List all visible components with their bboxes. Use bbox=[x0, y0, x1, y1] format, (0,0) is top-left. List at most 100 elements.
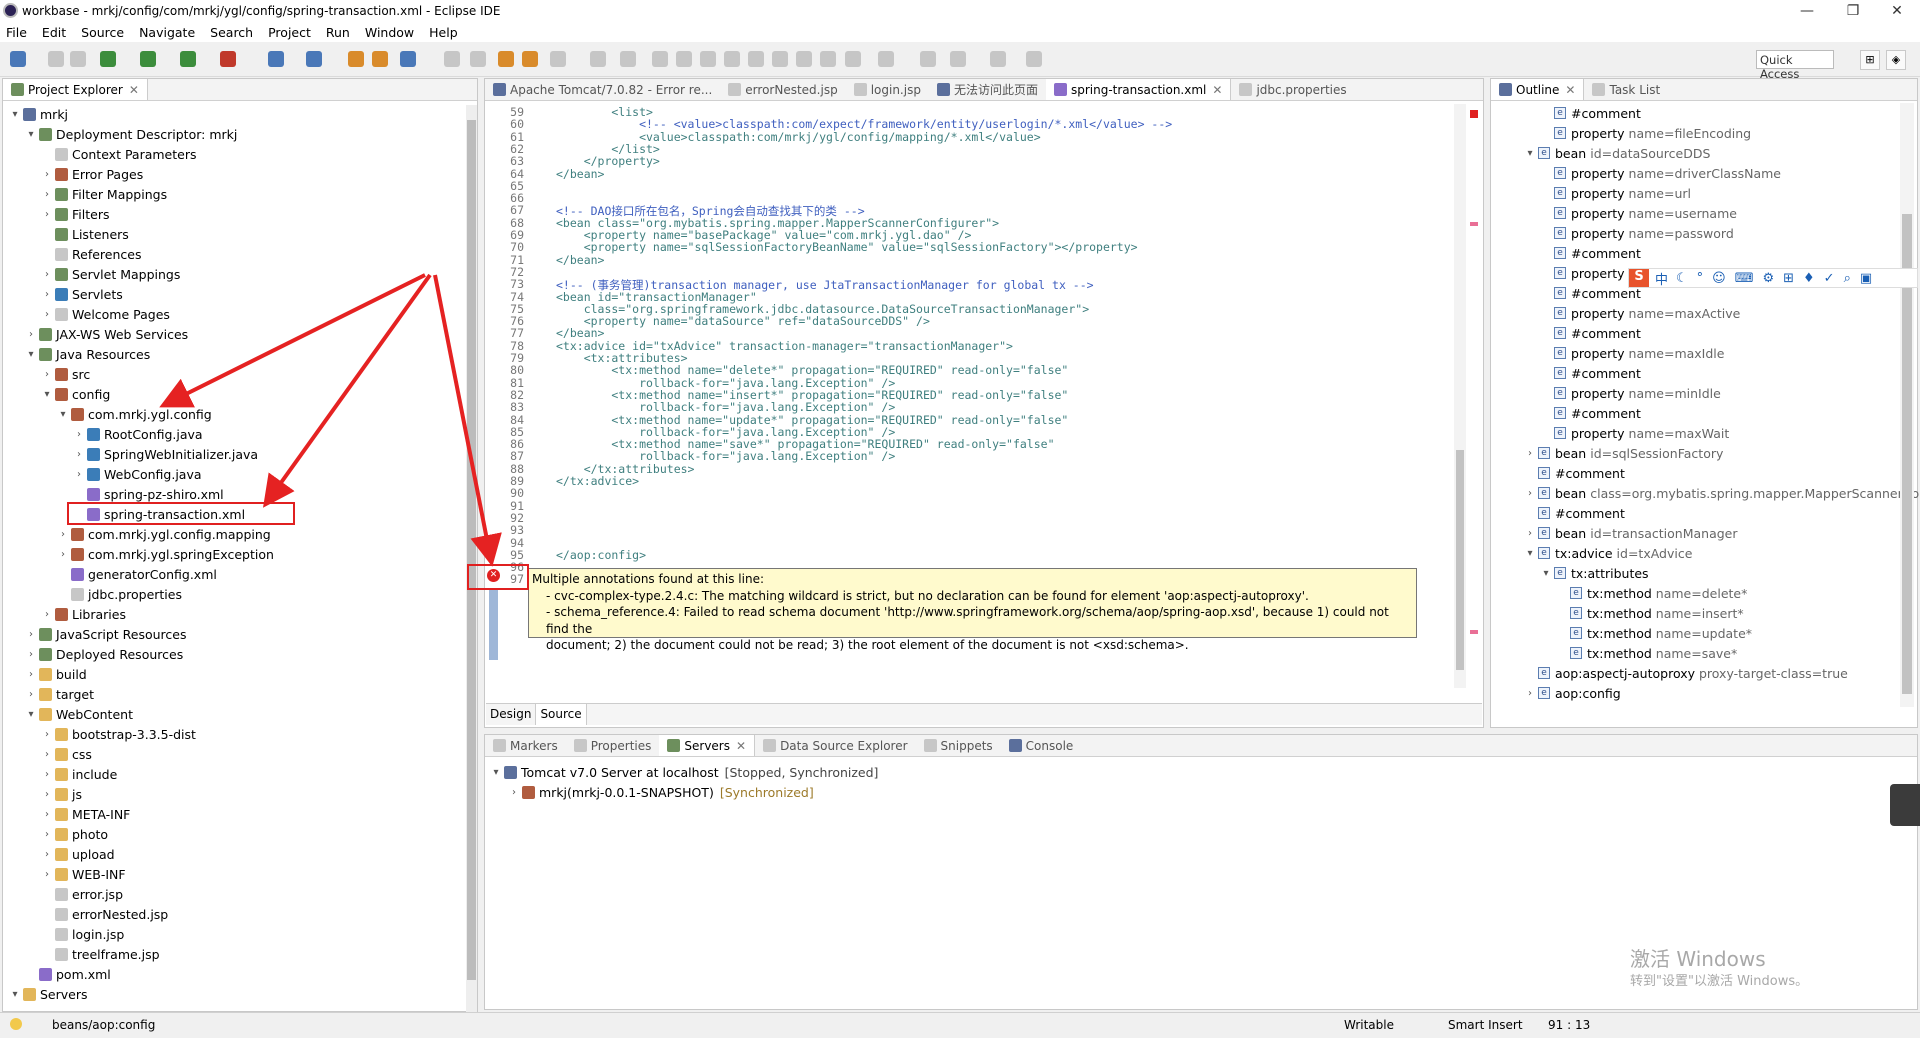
outline-item[interactable]: e property name=maxIdle bbox=[1540, 343, 1724, 363]
outline-item[interactable]: e property name=maxActive bbox=[1540, 303, 1740, 323]
outline-item-label: property bbox=[1571, 265, 1625, 281]
server-row[interactable]: ▾ Tomcat v7.0 Server at localhost [Stopp… bbox=[490, 762, 878, 782]
tab-markers[interactable]: Markers bbox=[485, 735, 566, 756]
element-icon: e bbox=[1538, 687, 1550, 699]
status-insert-mode: Smart Insert bbox=[1448, 1018, 1523, 1032]
outline-item[interactable]: e property name=username bbox=[1540, 203, 1737, 223]
outline-item[interactable]: e #comment bbox=[1540, 103, 1645, 123]
outline-item[interactable]: e property name=password bbox=[1540, 223, 1734, 243]
outline-item[interactable]: e tx:method name=update* bbox=[1556, 623, 1752, 643]
expanded-arrow-icon[interactable]: ▾ bbox=[1540, 568, 1552, 579]
outline-item[interactable]: e #comment bbox=[1540, 323, 1645, 343]
outline-item-label: property bbox=[1571, 305, 1625, 321]
expanded-arrow-icon[interactable]: ▾ bbox=[1524, 148, 1536, 159]
outline-tabs: Outline ✕ Task List bbox=[1491, 79, 1917, 101]
outline-item[interactable]: › e bean id=transactionManager bbox=[1524, 523, 1738, 543]
close-icon[interactable]: ✕ bbox=[1565, 83, 1575, 97]
collapsed-arrow-icon[interactable]: › bbox=[1524, 528, 1536, 539]
element-icon: e bbox=[1554, 347, 1566, 359]
outline-item[interactable]: › e bean class=org.mybatis.spring.mapper.Ma… bbox=[1524, 483, 1920, 503]
module-row[interactable]: › mrkj(mrkj-0.0.1-SNAPSHOT) [Synchronize… bbox=[508, 782, 814, 802]
outline-item[interactable]: e property name=url bbox=[1540, 183, 1691, 203]
tab-task-list[interactable]: Task List bbox=[1584, 79, 1668, 100]
outline-item-label: tx:attributes bbox=[1571, 565, 1649, 581]
outline-item[interactable]: ▾ e tx:advice id=txAdvice bbox=[1524, 543, 1692, 563]
element-icon: e bbox=[1554, 387, 1566, 399]
outline-item-attribute: id=sqlSessionFactory bbox=[1590, 445, 1724, 461]
element-icon: e bbox=[1570, 587, 1582, 599]
outline-item-attribute: proxy-target-class=true bbox=[1699, 665, 1848, 681]
outline-item-label: property bbox=[1571, 385, 1625, 401]
arrow-to-error-line bbox=[433, 274, 502, 567]
outline-item[interactable]: e property name=driverClassName bbox=[1540, 163, 1781, 183]
tab-outline[interactable]: Outline ✕ bbox=[1491, 79, 1585, 100]
outline-item-label: bean bbox=[1555, 445, 1587, 461]
ime-tools-icon[interactable]: ☾°☺⌨⚙⊞♦✓⌕▣ bbox=[1676, 271, 1881, 286]
outline-item[interactable]: e tx:method name=save* bbox=[1556, 643, 1737, 663]
tab-snippets[interactable]: Snippets bbox=[916, 735, 1001, 756]
outline-item[interactable]: e tx:method name=insert* bbox=[1556, 603, 1744, 623]
tab-servers[interactable]: Servers ✕ bbox=[659, 735, 756, 756]
outline-item[interactable]: e property name=fileEncoding bbox=[1540, 123, 1751, 143]
status-path: beans/aop:config bbox=[52, 1018, 156, 1032]
data-source-icon bbox=[763, 739, 777, 752]
bottom-view-tabs: Markers Properties Servers ✕ Data Source … bbox=[485, 735, 1917, 757]
outline-item[interactable]: ▾ e tx:attributes bbox=[1540, 563, 1653, 583]
element-icon: e bbox=[1554, 327, 1566, 339]
outline-item-label: aop:config bbox=[1555, 685, 1621, 701]
side-widget[interactable] bbox=[1890, 784, 1920, 826]
properties-icon bbox=[573, 739, 587, 752]
element-icon: e bbox=[1554, 207, 1566, 219]
outline-item[interactable]: e aop:aspectj-autoproxy proxy-target-class… bbox=[1524, 663, 1848, 683]
element-icon: e bbox=[1554, 567, 1566, 579]
arrow-to-file bbox=[263, 273, 432, 508]
outline-item[interactable]: e tx:method name=delete* bbox=[1556, 583, 1747, 603]
outline-item[interactable]: e #comment bbox=[1540, 363, 1645, 383]
outline-item[interactable]: e #comment bbox=[1524, 463, 1629, 483]
sogou-s-icon[interactable]: S bbox=[1629, 269, 1649, 287]
outline-item-attribute: name=username bbox=[1628, 205, 1737, 221]
outline-item[interactable]: e property name=maxWait bbox=[1540, 423, 1729, 443]
element-icon: e bbox=[1554, 227, 1566, 239]
element-icon: e bbox=[1570, 647, 1582, 659]
ime-toolbar[interactable]: S 中 ☾°☺⌨⚙⊞♦✓⌕▣ bbox=[1628, 268, 1918, 288]
tab-properties[interactable]: Properties bbox=[566, 735, 660, 756]
outline-item-attribute: id=txAdvice bbox=[1616, 545, 1693, 561]
element-icon: e bbox=[1570, 627, 1582, 639]
element-icon: e bbox=[1538, 447, 1550, 459]
element-icon: e bbox=[1538, 507, 1550, 519]
element-icon: e bbox=[1538, 487, 1550, 499]
close-icon[interactable]: ✕ bbox=[736, 739, 746, 753]
outline-item-label: tx:method bbox=[1587, 625, 1652, 641]
outline-item-label: property bbox=[1571, 125, 1625, 141]
outline-item[interactable]: e #comment bbox=[1524, 503, 1629, 523]
outline-icon bbox=[1499, 83, 1512, 96]
outline-item[interactable]: › e bean id=sqlSessionFactory bbox=[1524, 443, 1723, 463]
outline-item-label: property bbox=[1571, 205, 1625, 221]
collapsed-arrow-icon[interactable]: › bbox=[1524, 488, 1536, 499]
outline-item-label: property bbox=[1571, 345, 1625, 361]
element-icon: e bbox=[1554, 287, 1566, 299]
outline-item-attribute: name=url bbox=[1628, 185, 1691, 201]
outline-item[interactable]: epropertyn bbox=[1540, 263, 1636, 283]
expanded-arrow-icon[interactable]: ▾ bbox=[1524, 548, 1536, 559]
outline-item-label: #comment bbox=[1571, 105, 1641, 121]
outline-item-label: bean bbox=[1555, 485, 1587, 501]
outline-item[interactable]: e #comment bbox=[1540, 243, 1645, 263]
outline-item[interactable]: › e aop:config bbox=[1524, 683, 1625, 703]
outline-item[interactable]: ▾ e bean id=dataSourceDDS bbox=[1524, 143, 1710, 163]
collapsed-arrow-icon[interactable]: › bbox=[1524, 448, 1536, 459]
ime-mode[interactable]: 中 bbox=[1655, 269, 1668, 288]
tomcat-icon bbox=[504, 765, 517, 779]
collapsed-arrow-icon[interactable]: › bbox=[1524, 688, 1536, 699]
outline-item[interactable]: e property name=minIdle bbox=[1540, 383, 1721, 403]
element-icon: e bbox=[1554, 427, 1566, 439]
tab-console[interactable]: Console bbox=[1001, 735, 1082, 756]
tab-data-source-explorer[interactable]: Data Source Explorer bbox=[755, 735, 915, 756]
outline-item-attribute: name=fileEncoding bbox=[1628, 125, 1752, 141]
outline-item-attribute: name=maxIdle bbox=[1628, 345, 1725, 361]
outline-item-label: #comment bbox=[1555, 465, 1625, 481]
outline-item[interactable]: e #comment bbox=[1540, 403, 1645, 423]
outline-item-label: bean bbox=[1555, 145, 1587, 161]
outline-item-label: tx:method bbox=[1587, 605, 1652, 621]
